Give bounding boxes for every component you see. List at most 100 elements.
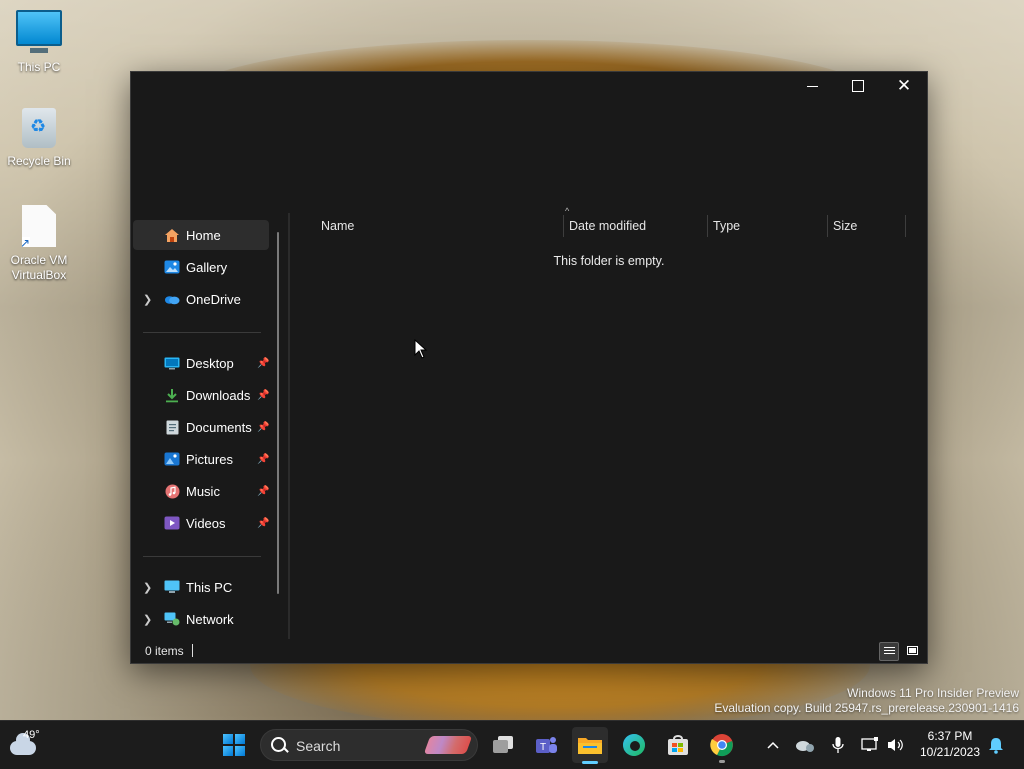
nav-item-label: Documents [186,419,252,435]
nav-item-gallery[interactable]: Gallery [133,252,269,282]
desktop-icon-virtualbox[interactable]: Oracle VM VirtualBox [0,205,78,283]
teams-app-button[interactable]: T [528,727,564,763]
gallery-icon [164,260,180,274]
notifications-button[interactable] [984,721,1008,769]
home-icon [164,228,180,242]
windows-logo-icon [223,734,245,756]
column-header-date[interactable]: Date modified [569,213,705,239]
pin-icon: 📌 [257,517,270,529]
nav-item-documents[interactable]: Documents 📌 [133,412,269,442]
nav-item-home[interactable]: Home [133,220,269,250]
desktop-icon [164,356,180,370]
clock[interactable]: 6:37 PM 10/21/2023 [916,728,984,760]
network-tray-button[interactable] [858,721,882,769]
show-hidden-icons-button[interactable] [760,721,786,769]
nav-item-label: Network [186,611,234,627]
column-header-label: Name [321,219,355,233]
onedrive-sync-icon [796,741,814,752]
desktop-icon-this-pc[interactable]: This PC [0,10,78,74]
edge-app-button[interactable] [616,727,652,763]
chrome-app-button[interactable] [704,727,740,763]
column-header-type[interactable]: Type [713,213,825,239]
onedrive-icon [164,292,180,306]
tiles-view-button[interactable] [903,642,921,659]
svg-text:T: T [540,742,546,753]
chevron-right-icon[interactable]: ❯ [143,581,152,594]
title-bar[interactable]: ✕ [131,72,927,102]
taskbar-search[interactable]: Search [260,729,478,761]
maximize-button[interactable] [835,72,881,102]
tiles-view-icon [906,646,918,655]
navigation-scrollbar[interactable] [277,232,279,594]
task-view-button[interactable] [485,727,521,763]
music-icon [164,484,180,498]
chrome-icon [710,734,733,757]
cloud-icon [10,733,36,755]
nav-item-label: Desktop [186,355,234,371]
nav-item-onedrive[interactable]: ❯ OneDrive [133,284,269,314]
weather-widget[interactable]: 49° [10,729,50,761]
pin-icon: 📌 [257,357,270,369]
onedrive-tray-button[interactable] [792,721,818,769]
pictures-icon [164,452,180,466]
microphone-button[interactable] [826,721,850,769]
recycle-bin-icon [22,108,56,148]
nav-item-label: Videos [186,515,226,531]
nav-item-label: Pictures [186,451,233,467]
nav-divider [143,556,261,557]
store-app-button[interactable] [660,727,696,763]
pane-separator[interactable] [288,213,290,639]
file-explorer-app-button[interactable] [572,727,608,764]
nav-item-this-pc[interactable]: ❯ This PC [133,572,269,602]
item-count: 0 items [145,644,184,658]
minimize-button[interactable] [789,72,835,102]
chevron-right-icon[interactable]: ❯ [143,613,152,626]
column-header-name[interactable]: Name [321,213,561,239]
column-separator[interactable] [827,215,828,237]
column-separator[interactable] [563,215,564,237]
column-separator[interactable] [905,215,906,237]
nav-item-downloads[interactable]: Downloads 📌 [133,380,269,410]
pin-icon: 📌 [257,453,270,465]
search-highlight-icon [423,736,473,754]
nav-item-pictures[interactable]: Pictures 📌 [133,444,269,474]
clock-date: 10/21/2023 [919,745,981,759]
desktop-icon-recycle-bin[interactable]: Recycle Bin [0,108,78,168]
nav-item-videos[interactable]: Videos 📌 [133,508,269,538]
status-bar: 0 items [131,639,927,663]
desktop-icon-label: Oracle VM VirtualBox [10,253,68,282]
column-header-label: Size [833,219,858,233]
nav-item-music[interactable]: Music 📌 [133,476,269,506]
taskbar: 49° Search T 6:37 PM 10/21/2023 [0,720,1024,769]
maximize-icon [852,80,864,93]
column-separator[interactable] [707,215,708,237]
nav-item-label: This PC [186,579,233,595]
column-header-label: Type [713,219,741,233]
nav-item-network[interactable]: ❯ Network [133,604,269,634]
pin-icon: 📌 [257,389,270,401]
chevron-right-icon[interactable]: ❯ [143,293,152,306]
column-header-size[interactable]: Size [833,213,903,239]
folder-icon [578,738,602,754]
start-button[interactable] [216,727,252,763]
navigation-pane: Home Gallery ❯ OneDrive Desktop 📌 Downlo… [131,213,281,639]
search-icon [271,737,286,752]
details-view-button[interactable] [879,642,899,661]
minimize-icon [806,85,818,87]
column-header-label: Date modified [569,219,647,233]
file-explorer-window: ✕ Home Gallery ❯ OneDrive Desktop 📌 Down… [130,71,928,664]
watermark-line: Evaluation copy. Build 25947.rs_prerelea… [714,701,1019,715]
weather-temperature: 49° [23,729,40,741]
details-view-icon [883,647,895,656]
bell-icon [989,737,1003,754]
pin-icon: 📌 [257,421,270,433]
nav-item-desktop[interactable]: Desktop 📌 [133,348,269,378]
documents-icon [164,420,180,434]
desktop-icon-label: This PC [17,60,61,74]
close-button[interactable]: ✕ [881,72,927,102]
store-icon [668,735,688,755]
search-placeholder: Search [296,738,341,754]
network-status-icon [861,737,878,751]
volume-button[interactable] [884,721,908,769]
monitor-icon [16,10,62,53]
